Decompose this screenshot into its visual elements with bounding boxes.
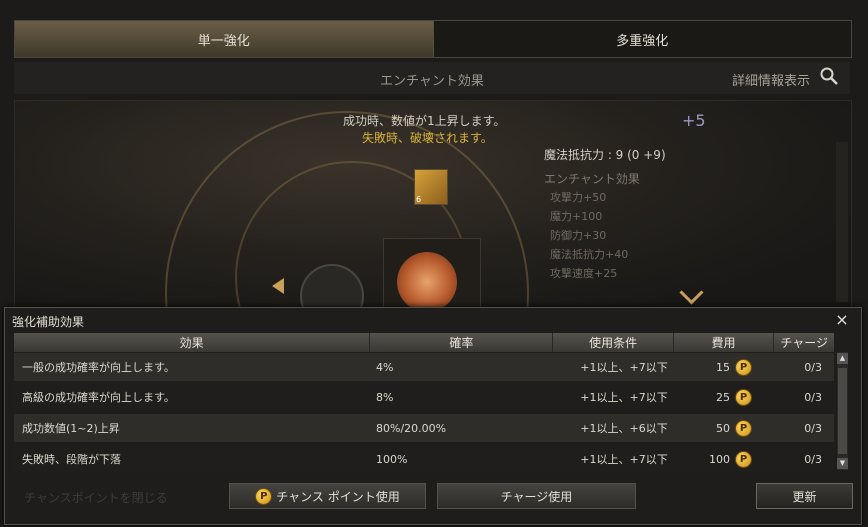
use-charge-button[interactable]: チャージ使用 [437, 483, 636, 509]
col-rate: 確率 [370, 333, 554, 352]
effect-item: 防御力+30 [550, 229, 607, 242]
row-condition: +1以上、+6以下 [580, 422, 668, 435]
refresh-button[interactable]: 更新 [756, 483, 853, 509]
row-effect: 高級の成功確率が向上します。 [22, 391, 175, 404]
row-rate: 8% [376, 390, 394, 404]
arrow-left-icon[interactable] [272, 278, 284, 294]
effects-heading: エンチャント効果 [544, 172, 640, 186]
row-cost: 25 P [674, 383, 774, 411]
effect-item: 攻撃速度+25 [550, 267, 618, 280]
row-effect: 成功数値(1~2)上昇 [22, 422, 120, 435]
col-cost: 費用 [674, 333, 775, 352]
row-effect: 失敗時、段階が下落 [22, 453, 121, 466]
row-cost: 100 P [674, 445, 774, 473]
material-slot[interactable]: 6 [414, 169, 448, 205]
effect-item: 魔法抵抗力+40 [550, 248, 629, 261]
effect-item: 魔力+100 [550, 210, 603, 223]
col-condition: 使用条件 [553, 333, 674, 352]
faded-background-text: チャンスポイントを閉じる [24, 491, 168, 505]
dialog-title: 強化補助効果 [12, 315, 85, 329]
row-cost: 50 P [674, 414, 774, 442]
tab-multi-enchant[interactable]: 多重強化 [434, 21, 852, 57]
table-row[interactable]: 成功数値(1~2)上昇 80%/20.00% +1以上、+6以下 50 P 0/3 [14, 414, 834, 442]
col-effect: 効果 [14, 333, 371, 352]
table-row[interactable]: 高級の成功確率が向上します。 8% +1以上、+7以下 25 P 0/3 [14, 383, 834, 411]
row-rate: 80%/20.00% [376, 421, 447, 435]
row-charge: 0/3 [804, 360, 822, 374]
scroll-up-icon[interactable]: ▲ [837, 353, 848, 364]
table-row[interactable]: 失敗時、段階が下落 100% +1以上、+7以下 100 P 0/3 [14, 445, 834, 473]
close-icon[interactable]: × [834, 312, 850, 328]
col-charge: チャージ [780, 336, 828, 350]
target-item-icon [397, 252, 457, 312]
row-charge: 0/3 [804, 390, 822, 404]
enchant-mode-tabs: 単一強化 多重強化 [14, 20, 852, 58]
row-effect: 一般の成功確率が向上します。 [22, 361, 175, 374]
material-count: 6 [416, 195, 422, 204]
row-cost-value: 15 [716, 360, 730, 374]
fail-message: 失敗時、破壊されます。 [362, 131, 493, 145]
enchant-level: +5 [682, 111, 706, 130]
search-icon[interactable] [819, 66, 839, 86]
effects-scrollbar[interactable] [836, 142, 848, 302]
effect-item: 攻撃力+50 [550, 191, 607, 204]
table-row[interactable]: 一般の成功確率が向上します。 4% +1以上、+7以下 15 P 0/3 [14, 353, 834, 381]
detail-info-link[interactable]: 詳細情報表示 [732, 70, 810, 89]
row-cost-value: 25 [716, 390, 730, 404]
scroll-down-icon[interactable]: ▼ [837, 458, 848, 469]
point-coin-icon: P [255, 487, 273, 505]
row-condition: +1以上、+7以下 [580, 361, 668, 374]
row-cost: 15 P [674, 353, 774, 381]
row-cost-value: 100 [709, 452, 730, 466]
row-condition: +1以上、+7以下 [580, 453, 668, 466]
stat-magic-resist: 魔法抵抗力 : 9 (0 +9) [544, 148, 666, 162]
row-charge: 0/3 [804, 421, 822, 435]
row-rate: 4% [376, 360, 394, 374]
point-coin-icon: P [735, 388, 752, 406]
point-coin-icon: P [735, 450, 752, 468]
point-coin-icon: P [735, 358, 752, 376]
success-message: 成功時、数値が1上昇します。 [343, 114, 506, 128]
point-coin-icon: P [735, 419, 752, 437]
tab-single-enchant[interactable]: 単一強化 [15, 21, 434, 57]
section-title: エンチャント効果 [380, 74, 484, 89]
row-condition: +1以上、+7以下 [580, 391, 668, 404]
table-header: 効果 確率 使用条件 費用 チャージ [14, 333, 834, 352]
row-rate: 100% [376, 452, 408, 466]
row-cost-value: 50 [716, 421, 730, 435]
scrollbar-thumb[interactable] [838, 368, 847, 454]
use-chance-point-button[interactable]: P チャンス ポイント使用 [229, 483, 426, 509]
row-charge: 0/3 [804, 452, 822, 466]
use-chance-point-label: チャンス ポイント使用 [276, 489, 400, 504]
